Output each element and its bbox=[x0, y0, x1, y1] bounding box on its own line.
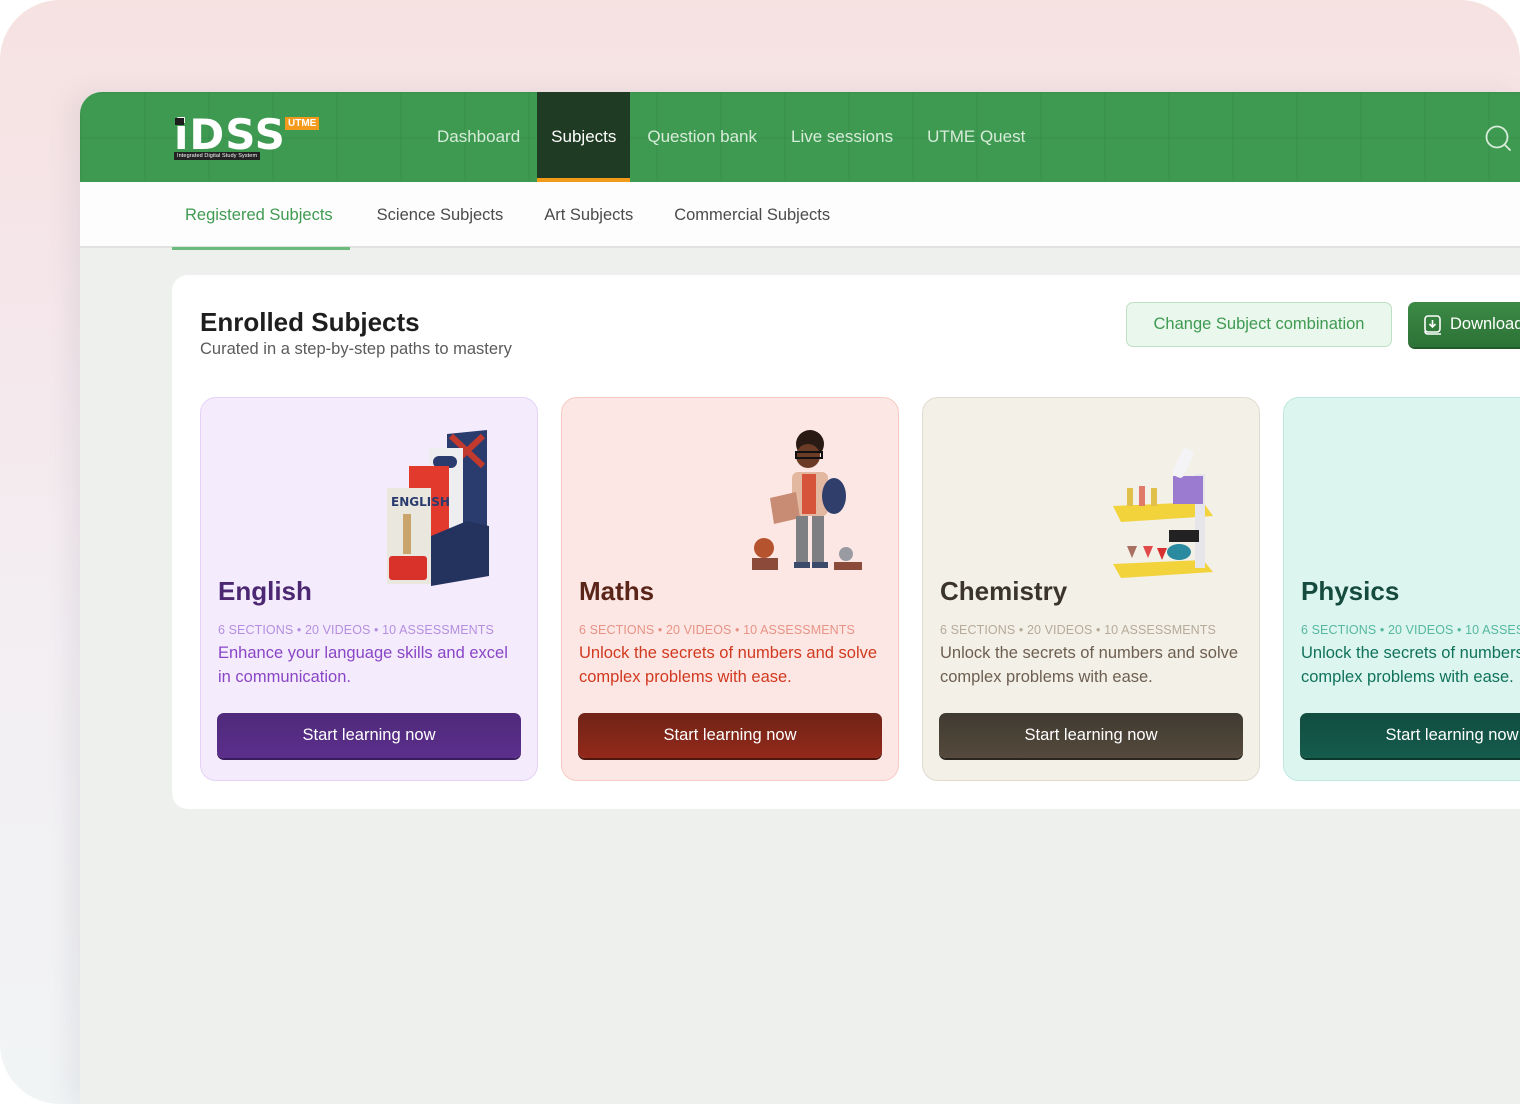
subject-cards: ENGLISH English 6 SECTIONS • 20 VIDEOS •… bbox=[200, 397, 1520, 781]
student-with-books-illustration bbox=[752, 430, 862, 570]
nav-item-subjects[interactable]: Subjects bbox=[537, 92, 631, 182]
subject-card-english: ENGLISH English 6 SECTIONS • 20 VIDEOS •… bbox=[200, 397, 538, 781]
page-background: iDSS UTME Integrated Digital Study Syste… bbox=[0, 0, 1520, 1104]
subject-meta: 6 SECTIONS • 20 VIDEOS • 10 ASSESSMENTS bbox=[579, 623, 855, 637]
start-learning-button[interactable]: Start learning now bbox=[578, 713, 882, 758]
download-button-label: Download bbox=[1450, 315, 1520, 333]
english-books-illustration: ENGLISH bbox=[387, 430, 489, 586]
change-subject-combination-button[interactable]: Change Subject combination bbox=[1126, 302, 1392, 347]
start-learning-button[interactable]: Start learning now bbox=[939, 713, 1243, 758]
enrolled-subjects-panel: Enrolled Subjects Curated in a step-by-s… bbox=[172, 275, 1520, 809]
subject-title: Physics bbox=[1301, 576, 1400, 606]
tab-science-subjects[interactable]: Science Subjects bbox=[364, 182, 518, 248]
top-navigation-bar: iDSS UTME Integrated Digital Study Syste… bbox=[80, 92, 1520, 182]
subject-title: Chemistry bbox=[940, 576, 1068, 606]
search-icon bbox=[1485, 125, 1511, 151]
tab-art-subjects[interactable]: Art Subjects bbox=[531, 182, 647, 248]
microscope-lab-illustration bbox=[1113, 448, 1213, 578]
tab-registered-subjects[interactable]: Registered Subjects bbox=[172, 182, 350, 250]
svg-text:ENGLISH: ENGLISH bbox=[391, 495, 450, 509]
download-button[interactable]: Download bbox=[1408, 302, 1520, 347]
download-file-icon bbox=[1424, 314, 1441, 335]
nav-item-question-bank[interactable]: Question bank bbox=[630, 92, 774, 182]
nav-item-utme-quest[interactable]: UTME Quest bbox=[910, 92, 1042, 182]
subject-description: Enhance your language skills and excel i… bbox=[218, 644, 508, 686]
subject-card-maths: Maths 6 SECTIONS • 20 VIDEOS • 10 ASSESS… bbox=[561, 397, 899, 781]
subject-card-physics: Physics 6 SECTIONS • 20 VIDEOS • 10 ASSE… bbox=[1283, 397, 1520, 781]
subject-description: Unlock the secrets of numbers and solve … bbox=[1301, 644, 1520, 686]
subject-title: Maths bbox=[579, 576, 655, 606]
start-learning-button[interactable]: Start learning now bbox=[1300, 713, 1520, 758]
subject-meta: 6 SECTIONS • 20 VIDEOS • 10 ASSESSMENTS bbox=[1301, 623, 1520, 637]
page-title: Enrolled Subjects bbox=[200, 307, 420, 337]
search-button[interactable] bbox=[1484, 124, 1514, 154]
start-learning-button[interactable]: Start learning now bbox=[217, 713, 521, 758]
subject-description: Unlock the secrets of numbers and solve … bbox=[940, 644, 1239, 686]
nav-item-dashboard[interactable]: Dashboard bbox=[420, 92, 537, 182]
subject-meta: 6 SECTIONS • 20 VIDEOS • 10 ASSESSMENTS bbox=[940, 623, 1216, 637]
subject-card-chemistry: Chemistry 6 SECTIONS • 20 VIDEOS • 10 AS… bbox=[922, 397, 1260, 781]
logo-tagline: Integrated Digital Study System bbox=[174, 152, 261, 160]
subject-category-tabs: Registered Subjects Science Subjects Art… bbox=[80, 182, 1520, 250]
nav-item-live-sessions[interactable]: Live sessions bbox=[774, 92, 910, 182]
logo[interactable]: iDSS UTME Integrated Digital Study Syste… bbox=[174, 114, 324, 164]
logo-text: iDSS bbox=[174, 110, 286, 159]
subject-meta: 6 SECTIONS • 20 VIDEOS • 10 ASSESSMENTS bbox=[218, 623, 494, 637]
page-subtitle: Curated in a step-by-step paths to maste… bbox=[200, 340, 512, 358]
subject-title: English bbox=[218, 576, 312, 606]
main-nav: Dashboard Subjects Question bank Live se… bbox=[420, 92, 1042, 182]
tab-commercial-subjects[interactable]: Commercial Subjects bbox=[661, 182, 844, 248]
logo-badge: UTME bbox=[285, 117, 320, 130]
app-window: iDSS UTME Integrated Digital Study Syste… bbox=[80, 92, 1520, 1104]
subject-description: Unlock the secrets of numbers and solve … bbox=[579, 644, 878, 686]
logo-dot bbox=[175, 118, 184, 125]
